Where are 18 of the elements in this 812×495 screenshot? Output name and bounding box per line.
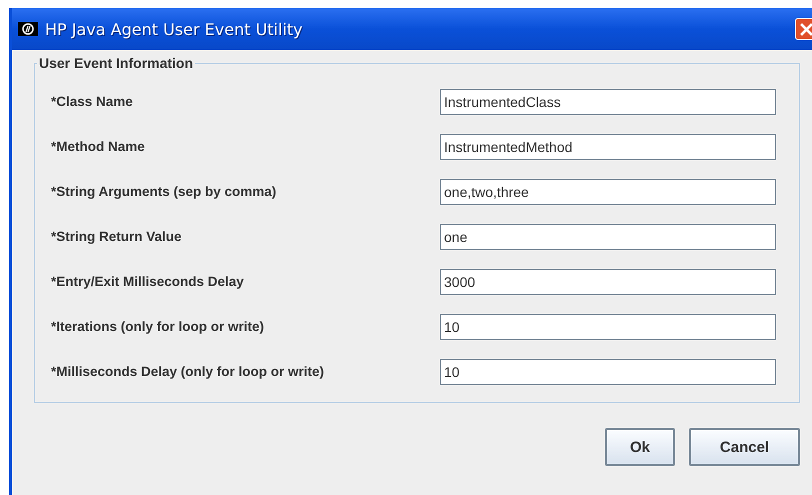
field-label: *Class Name [51, 94, 134, 109]
cancel-button[interactable]: Cancel [689, 428, 800, 466]
window-title: HP Java Agent User Event Utility [45, 20, 303, 38]
field-label: *Milliseconds Delay (only for loop or write) [51, 364, 326, 379]
field-label: *Method Name [51, 139, 146, 154]
field-label: *Iterations (only for loop or write) [51, 319, 266, 334]
input-field[interactable]: 10 [440, 314, 776, 340]
input-field[interactable]: one,two,three [440, 178, 776, 204]
field-label: *String Arguments (sep by comma) [51, 184, 278, 199]
input-field[interactable]: InstrumentedClass [440, 88, 776, 114]
input-field[interactable]: InstrumentedMethod [440, 134, 776, 160]
input-field[interactable]: 10 [440, 358, 776, 384]
group-title: User Event Information [38, 55, 194, 71]
input-field[interactable]: one [440, 224, 776, 250]
input-field[interactable]: 3000 [440, 268, 776, 294]
field-label: *Entry/Exit Milliseconds Delay [51, 274, 245, 289]
field-label: *String Return Value [51, 229, 183, 244]
ok-button[interactable]: Ok [605, 428, 675, 466]
